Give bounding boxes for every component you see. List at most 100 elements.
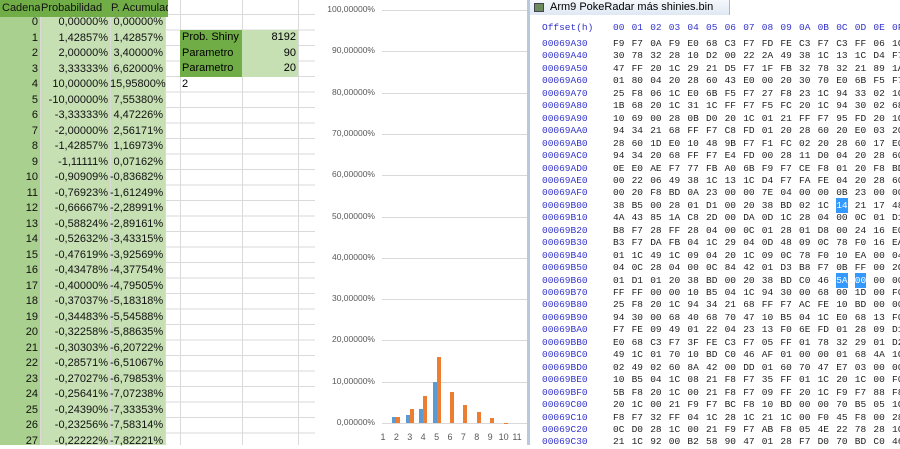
hex-byte[interactable]: 92 <box>650 434 661 449</box>
probabilidad-cell[interactable]: -0,27027% <box>40 372 108 387</box>
p-acumulada-cell[interactable]: 3,40000% <box>110 46 163 61</box>
cadena-cell[interactable]: 1 <box>0 31 38 46</box>
param-value[interactable]: 8192 <box>242 30 298 46</box>
cadena-cell[interactable]: 11 <box>0 186 38 201</box>
p-acumulada-cell[interactable]: 6,62000% <box>110 62 163 77</box>
probabilidad-cell[interactable]: -0,24390% <box>40 403 108 418</box>
hex-byte[interactable]: 70 <box>836 434 847 449</box>
cadena-cell[interactable]: 9 <box>0 155 38 170</box>
hex-byte[interactable]: 46 <box>892 434 900 449</box>
hex-byte[interactable]: 58 <box>706 434 717 449</box>
p-acumulada-cell[interactable]: -5,54588% <box>110 310 163 325</box>
p-acumulada-cell[interactable]: 0,07162% <box>110 155 163 170</box>
cadena-cell[interactable]: 22 <box>0 356 38 371</box>
cadena-cell[interactable]: 4 <box>0 77 38 92</box>
probabilidad-cell[interactable]: -0,37037% <box>40 294 108 309</box>
probabilidad-cell[interactable]: -3,33333% <box>40 108 108 123</box>
p-acumulada-cell[interactable]: -4,37754% <box>110 263 163 278</box>
cadena-cell[interactable]: 16 <box>0 263 38 278</box>
cadena-cell[interactable]: 12 <box>0 201 38 216</box>
p-acumulada-cell[interactable]: 0,00000% <box>110 15 163 30</box>
p-acumulada-cell[interactable]: -6,79853% <box>110 372 163 387</box>
cadena-cell[interactable]: 15 <box>0 248 38 263</box>
bar-chart[interactable]: 0,00000%10,00000%20,00000%30,00000%40,00… <box>315 0 527 445</box>
hex-byte[interactable]: B2 <box>687 434 698 449</box>
cadena-cell[interactable]: 14 <box>0 232 38 247</box>
cadena-cell[interactable]: 3 <box>0 62 38 77</box>
probabilidad-cell[interactable]: -0,43478% <box>40 263 108 278</box>
hex-byte[interactable]: C0 <box>873 434 884 449</box>
cadena-cell[interactable]: 21 <box>0 341 38 356</box>
p-acumulada-cell[interactable]: 1,16973% <box>110 139 163 154</box>
p-acumulada-cell[interactable]: -7,07238% <box>110 387 163 402</box>
p-acumulada-cell[interactable]: 15,95800% <box>110 77 163 92</box>
cadena-cell[interactable]: 26 <box>0 418 38 433</box>
probabilidad-cell[interactable]: -1,11111% <box>40 155 108 170</box>
p-acumulada-cell[interactable]: -1,61249% <box>110 186 163 201</box>
probabilidad-cell[interactable]: 1,42857% <box>40 31 108 46</box>
probabilidad-cell[interactable]: 2,00000% <box>40 46 108 61</box>
cadena-cell[interactable]: 5 <box>0 93 38 108</box>
hex-byte[interactable]: 01 <box>762 434 773 449</box>
p-acumulada-cell[interactable]: 7,55380% <box>110 93 163 108</box>
probabilidad-cell[interactable]: -0,28571% <box>40 356 108 371</box>
cadena-cell[interactable]: 8 <box>0 139 38 154</box>
p-acumulada-cell[interactable]: 4,47226% <box>110 108 163 123</box>
probabilidad-cell[interactable]: -0,25641% <box>40 387 108 402</box>
p-acumulada-cell[interactable]: -3,92569% <box>110 248 163 263</box>
probabilidad-cell[interactable]: -2,00000% <box>40 124 108 139</box>
cadena-cell[interactable]: 6 <box>0 108 38 123</box>
cadena-cell[interactable]: 0 <box>0 15 38 30</box>
cadena-cell[interactable]: 17 <box>0 279 38 294</box>
probabilidad-cell[interactable]: 0,00000% <box>40 15 108 30</box>
p-acumulada-cell[interactable]: -6,51067% <box>110 356 163 371</box>
cadena-cell[interactable]: 13 <box>0 217 38 232</box>
param-label[interactable]: Parametro 1 <box>180 46 242 62</box>
file-tab[interactable]: Arm9 PokeRadar más shinies.bin <box>530 0 730 15</box>
hex-byte[interactable]: F7 <box>799 434 810 449</box>
cadena-cell[interactable]: 27 <box>0 434 38 449</box>
cadena-cell[interactable]: 7 <box>0 124 38 139</box>
p-acumulada-cell[interactable]: -5,18318% <box>110 294 163 309</box>
param-label[interactable]: Parametro 2 <box>180 61 242 77</box>
p-acumulada-cell[interactable]: -3,43315% <box>110 232 163 247</box>
p-acumulada-cell[interactable]: -7,33353% <box>110 403 163 418</box>
cadena-cell[interactable]: 2 <box>0 46 38 61</box>
p-acumulada-cell[interactable]: -7,58314% <box>110 418 163 433</box>
p-acumulada-cell[interactable]: 1,42857% <box>110 31 163 46</box>
probabilidad-cell[interactable]: -0,32258% <box>40 325 108 340</box>
probabilidad-cell[interactable]: 3,33333% <box>40 62 108 77</box>
p-acumulada-cell[interactable]: -5,88635% <box>110 325 163 340</box>
p-acumulada-cell[interactable]: -6,20722% <box>110 341 163 356</box>
hex-byte[interactable]: 28 <box>780 434 791 449</box>
probabilidad-cell[interactable]: 10,00000% <box>40 77 108 92</box>
cadena-cell[interactable]: 20 <box>0 325 38 340</box>
probabilidad-cell[interactable]: -0,40000% <box>40 279 108 294</box>
probabilidad-cell[interactable]: -0,47619% <box>40 248 108 263</box>
probabilidad-cell[interactable]: -0,66667% <box>40 201 108 216</box>
hex-byte[interactable]: 21 <box>613 434 624 449</box>
probabilidad-cell[interactable]: -10,00000% <box>40 93 108 108</box>
hex-byte[interactable]: D0 <box>818 434 829 449</box>
cadena-cell[interactable]: 18 <box>0 294 38 309</box>
cadena-cell[interactable]: 23 <box>0 372 38 387</box>
hex-byte[interactable]: 47 <box>743 434 754 449</box>
probabilidad-cell[interactable]: -0,58824% <box>40 217 108 232</box>
p-acumulada-cell[interactable]: -4,79505% <box>110 279 163 294</box>
param-label[interactable]: Prob. Shiny <box>180 30 242 46</box>
p-acumulada-cell[interactable]: -2,28991% <box>110 201 163 216</box>
hex-editor-window[interactable]: Arm9 PokeRadar más shinies.bin Offset(h)… <box>527 0 900 445</box>
hex-byte[interactable]: 00 <box>669 434 680 449</box>
probabilidad-cell[interactable]: -0,34483% <box>40 310 108 325</box>
cadena-cell[interactable]: 10 <box>0 170 38 185</box>
probabilidad-cell[interactable]: -0,23256% <box>40 418 108 433</box>
param-value[interactable]: 20 <box>242 61 298 77</box>
p-acumulada-cell[interactable]: -7,82221% <box>110 434 163 449</box>
param-value[interactable]: 90 <box>242 46 298 62</box>
cadena-cell[interactable]: 25 <box>0 403 38 418</box>
p-acumulada-cell[interactable]: -0,83682% <box>110 170 163 185</box>
cadena-cell[interactable]: 19 <box>0 310 38 325</box>
probabilidad-cell[interactable]: -0,30303% <box>40 341 108 356</box>
cadena-cell[interactable]: 24 <box>0 387 38 402</box>
probabilidad-cell[interactable]: -1,42857% <box>40 139 108 154</box>
